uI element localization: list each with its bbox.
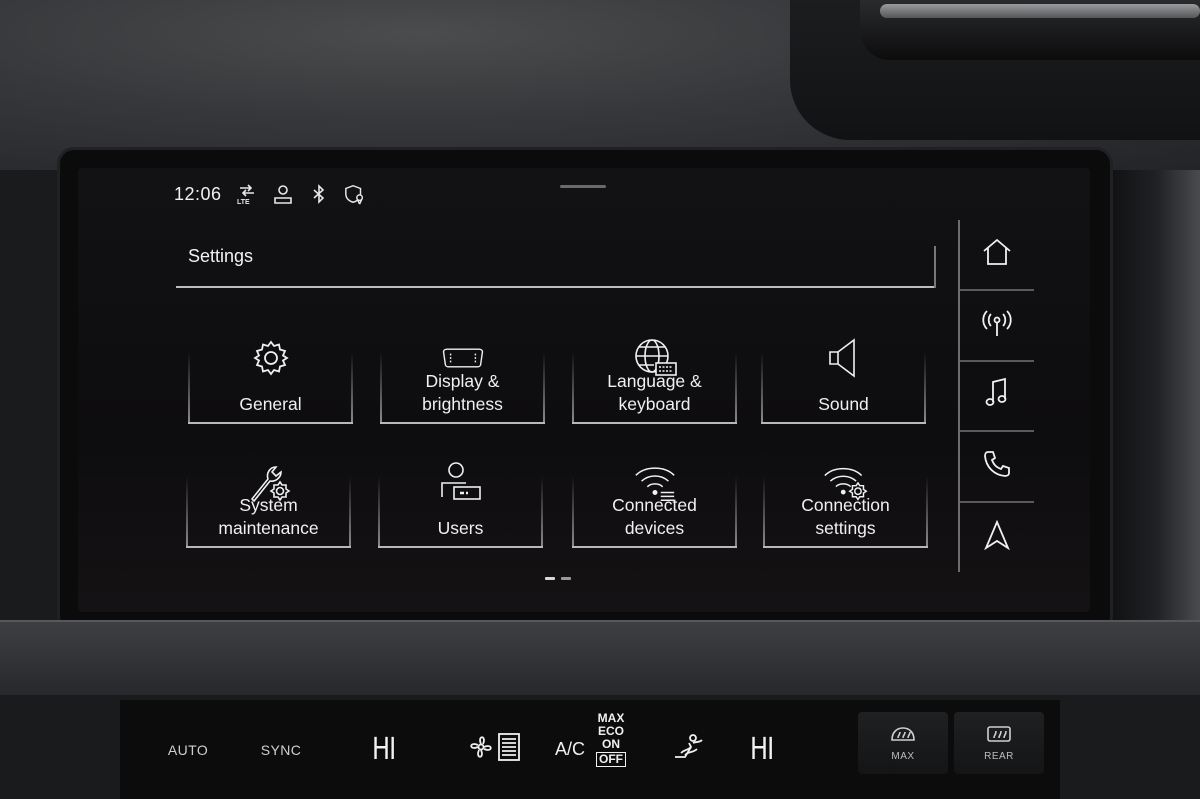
wrench-gear-icon [246,462,292,503]
rear-defrost-label: REAR [984,751,1014,762]
page-dot-active [545,577,555,580]
on-label: ON [602,737,620,751]
nav-music[interactable] [960,362,1034,433]
page-title: Settings [188,246,254,266]
tile-label: Users [437,518,484,538]
tile-system-maintenance[interactable]: System maintenance [186,452,351,548]
wifi-list-icon [632,462,678,502]
lte-signal-icon: LTE [236,183,258,205]
home-icon [981,237,1013,272]
location-privacy-icon [344,183,366,205]
drag-handle[interactable] [560,185,606,188]
user-icon [272,183,294,205]
title-divider [176,286,936,288]
seat-heating-button[interactable] [666,700,710,799]
eco-button[interactable]: MAX ECO ON OFF [590,700,632,799]
tile-sound[interactable]: Sound [761,328,926,424]
tile-users[interactable]: Users [378,452,543,548]
eco-status: MAX ECO ON OFF [596,712,626,767]
radio-icon [981,308,1013,343]
ac-button[interactable]: A/C [550,700,590,799]
tile-general[interactable]: General [188,328,353,424]
front-defrost-icon [889,724,917,749]
auto-label: AUTO [167,741,209,758]
front-defrost-label: MAX [891,751,915,762]
clock: 12:06 [174,183,222,204]
bluetooth-icon [308,183,330,205]
infotainment-screen: 12:06 LTE Settings General Display & bri… [78,168,1090,612]
tile-connection-settings[interactable]: Connection settings [763,452,928,548]
rear-defrost-button[interactable]: REAR [954,712,1044,774]
climate-panel: AUTO SYNC HI A/C MAX ECO ON OFF HI MAX R… [120,700,1060,799]
page-dot[interactable] [561,577,571,580]
tile-connected-devices[interactable]: Connected devices [572,452,737,548]
users-icon [438,462,484,502]
tile-display-brightness[interactable]: Display & brightness [380,328,545,424]
phone-icon [982,449,1012,484]
nav-phone[interactable] [960,432,1034,504]
svg-text:LTE: LTE [237,199,250,205]
air-vent-trim [880,4,1200,18]
display-icon [440,338,486,378]
temperature-left[interactable]: HI [356,700,412,799]
globe-keyboard-icon [632,338,678,378]
tile-language-keyboard[interactable]: Language & keyboard [572,328,737,424]
rear-defrost-icon [985,724,1013,749]
temperature-left-value: HI [372,732,396,767]
navigation-icon [984,519,1010,555]
nav-radio[interactable] [960,291,1034,362]
sync-button[interactable]: SYNC [238,700,324,799]
gear-icon [248,338,294,378]
fan-speed-button[interactable] [460,700,530,799]
ac-label: A/C [554,739,585,759]
page-indicator [545,577,571,580]
temperature-right[interactable]: HI [734,700,790,799]
nav-rail [958,220,1034,572]
music-icon [983,377,1011,414]
sync-label: SYNC [260,741,302,758]
temperature-right-value: HI [750,732,774,767]
title-divider-end [934,246,936,288]
seat-airflow-icon [671,731,705,768]
speaker-icon [821,338,867,378]
auto-button[interactable]: AUTO [150,700,226,799]
status-bar: 12:06 LTE [174,180,366,208]
tile-label: General [239,394,302,414]
wifi-gear-icon [823,462,869,502]
dashboard-lower-trim [0,620,1200,695]
tile-label: Sound [818,394,869,414]
nav-home[interactable] [960,220,1034,291]
front-defrost-button[interactable]: MAX [858,712,948,774]
fan-icon [467,731,523,768]
off-label: OFF [596,752,626,767]
nav-navigation[interactable] [960,503,1034,572]
